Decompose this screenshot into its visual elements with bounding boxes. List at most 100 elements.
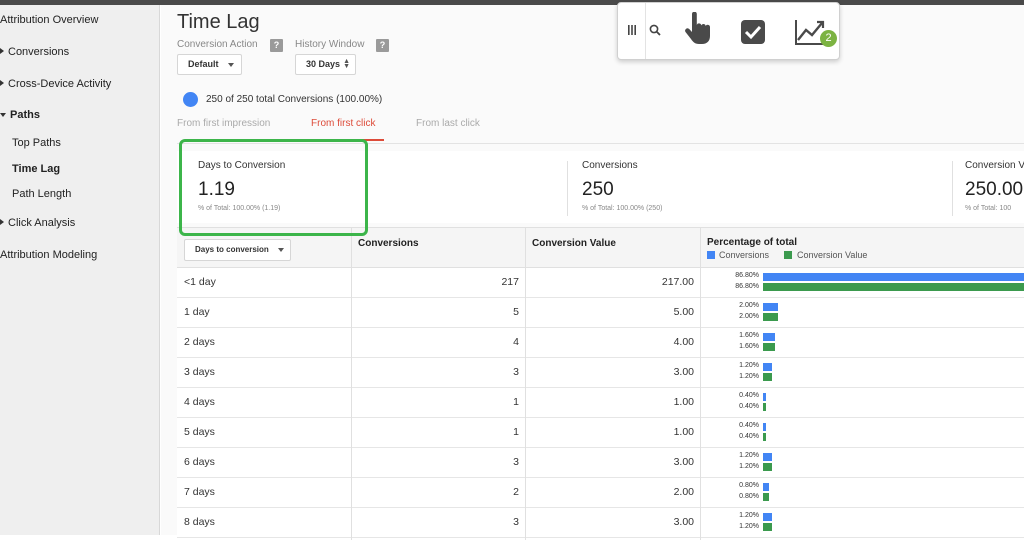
help-icon[interactable]: ? bbox=[270, 39, 283, 52]
history-window-select[interactable]: 30 Days ▲ ▼ bbox=[295, 54, 356, 75]
row-pct-value: 1.20% bbox=[739, 373, 759, 380]
bar-conversions bbox=[763, 273, 1024, 281]
bar-conversion-value bbox=[763, 343, 775, 351]
stepper-arrows-icon: ▲ ▼ bbox=[343, 58, 350, 70]
tab-from-last-click[interactable]: From last click bbox=[416, 118, 480, 129]
row-conversions: 4 bbox=[513, 336, 519, 348]
main-content: Time Lag Conversion Action ? Default His… bbox=[161, 5, 1024, 540]
row-conversions: 217 bbox=[501, 276, 519, 288]
sidebar: Attribution Overview Conversions Cross-D… bbox=[0, 5, 160, 535]
page-title: Time Lag bbox=[177, 11, 260, 33]
row-conversions: 3 bbox=[513, 516, 519, 528]
column-divider bbox=[351, 227, 352, 540]
conversions-summary: 250 of 250 total Conversions (100.00%) bbox=[206, 94, 383, 105]
conversion-action-label: Conversion Action bbox=[177, 39, 258, 50]
table-row: 1 day 5 5.00 2.00% 2.00% bbox=[177, 298, 1024, 328]
row-days-label: <1 day bbox=[184, 276, 216, 288]
row-conversions: 1 bbox=[513, 396, 519, 408]
bar-conversion-value bbox=[763, 523, 772, 531]
row-pct-value: 0.40% bbox=[739, 403, 759, 410]
row-days-label: 8 days bbox=[184, 516, 215, 528]
row-conversion-value: 3.00 bbox=[673, 456, 694, 468]
expand-arrow-icon bbox=[0, 219, 4, 225]
row-days-label: 3 days bbox=[184, 366, 215, 378]
row-pct-value: 2.00% bbox=[739, 313, 759, 320]
table-row: 4 days 1 1.00 0.40% 0.40% bbox=[177, 388, 1024, 418]
row-pct-conversions: 0.40% bbox=[739, 422, 759, 429]
table-row: 7 days 2 2.00 0.80% 0.80% bbox=[177, 478, 1024, 508]
bar-conversion-value bbox=[763, 433, 766, 441]
scorecard-divider bbox=[567, 161, 568, 216]
table-row: 3 days 3 3.00 1.20% 1.20% bbox=[177, 358, 1024, 388]
sidebar-item-attribution-modeling[interactable]: Attribution Modeling bbox=[0, 249, 97, 261]
bar-conversions bbox=[763, 483, 769, 491]
chevron-down-icon bbox=[278, 248, 284, 252]
bar-conversions bbox=[763, 303, 778, 311]
sidebar-item-attribution-overview[interactable]: Attribution Overview bbox=[0, 14, 98, 26]
row-pct-conversions: 2.00% bbox=[739, 302, 759, 309]
row-conversion-value: 1.00 bbox=[673, 426, 694, 438]
legend-conversions-swatch bbox=[707, 251, 715, 259]
bar-conversions bbox=[763, 423, 766, 431]
scorecard-conversion-value[interactable]: Conversion V 250.00 % of Total: 100 bbox=[965, 151, 1024, 223]
column-divider bbox=[700, 227, 701, 540]
row-pct-conversions: 1.20% bbox=[739, 512, 759, 519]
notification-badge: 2 bbox=[820, 30, 837, 47]
time-lag-table: Days to conversion Conversions Conversio… bbox=[177, 227, 1024, 540]
row-days-label: 1 day bbox=[184, 306, 210, 318]
sidebar-item-time-lag[interactable]: Time Lag bbox=[12, 163, 60, 175]
row-pct-value: 1.60% bbox=[739, 343, 759, 350]
sidebar-item-cross-device[interactable]: Cross-Device Activity bbox=[0, 78, 111, 90]
row-conversion-value: 3.00 bbox=[673, 516, 694, 528]
toolbar-divider bbox=[645, 3, 646, 59]
row-pct-conversions: 1.20% bbox=[739, 452, 759, 459]
sidebar-item-click-analysis[interactable]: Click Analysis bbox=[0, 217, 75, 229]
bar-conversions bbox=[763, 513, 772, 521]
row-pct-conversions: 86.80% bbox=[735, 272, 759, 279]
tab-from-first-impression[interactable]: From first impression bbox=[177, 118, 270, 129]
row-pct-conversions: 0.40% bbox=[739, 392, 759, 399]
bar-conversions bbox=[763, 393, 766, 401]
scorecard-conversions[interactable]: Conversions 250 % of Total: 100.00% (250… bbox=[582, 151, 942, 223]
row-conversion-value: 2.00 bbox=[673, 486, 694, 498]
row-pct-conversions: 1.60% bbox=[739, 332, 759, 339]
bar-conversion-value bbox=[763, 403, 766, 411]
row-days-label: 5 days bbox=[184, 426, 215, 438]
header-conversions[interactable]: Conversions bbox=[358, 238, 419, 249]
legend-value-swatch bbox=[784, 251, 792, 259]
table-row: <1 day 217 217.00 86.80% 86.80% bbox=[177, 268, 1024, 298]
history-window-label: History Window bbox=[295, 39, 365, 50]
conversion-action-select[interactable]: Default bbox=[177, 54, 242, 75]
tab-from-first-click[interactable]: From first click bbox=[311, 118, 375, 129]
pointer-hand-icon[interactable] bbox=[683, 11, 711, 46]
table-row: 5 days 1 1.00 0.40% 0.40% bbox=[177, 418, 1024, 448]
row-pct-value: 0.40% bbox=[739, 433, 759, 440]
sidebar-item-paths[interactable]: Paths bbox=[0, 109, 40, 121]
help-icon[interactable]: ? bbox=[376, 39, 389, 52]
columns-icon[interactable] bbox=[625, 23, 639, 37]
column-divider bbox=[525, 227, 526, 540]
expand-arrow-icon bbox=[0, 48, 4, 54]
sidebar-item-conversions[interactable]: Conversions bbox=[0, 46, 69, 58]
row-conversions: 1 bbox=[513, 426, 519, 438]
bar-conversions bbox=[763, 453, 772, 461]
row-pct-conversions: 0.80% bbox=[739, 482, 759, 489]
row-conversions: 2 bbox=[513, 486, 519, 498]
sidebar-item-path-length[interactable]: Path Length bbox=[12, 188, 71, 200]
sidebar-item-top-paths[interactable]: Top Paths bbox=[12, 137, 61, 149]
row-conversion-value: 217.00 bbox=[661, 276, 694, 288]
scorecard-divider bbox=[952, 161, 953, 216]
header-conversion-value[interactable]: Conversion Value bbox=[532, 238, 616, 249]
checkbox-icon[interactable] bbox=[740, 19, 766, 45]
row-pct-value: 1.20% bbox=[739, 463, 759, 470]
row-pct-value: 86.80% bbox=[735, 283, 759, 290]
search-icon[interactable] bbox=[648, 23, 662, 37]
row-days-label: 4 days bbox=[184, 396, 215, 408]
row-conversion-value: 5.00 bbox=[673, 306, 694, 318]
bar-conversion-value bbox=[763, 493, 769, 501]
row-conversion-value: 3.00 bbox=[673, 366, 694, 378]
table-row: 2 days 4 4.00 1.60% 1.60% bbox=[177, 328, 1024, 358]
dimension-select[interactable]: Days to conversion bbox=[184, 239, 291, 261]
bar-conversions bbox=[763, 363, 772, 371]
series-dot-icon bbox=[183, 92, 198, 107]
